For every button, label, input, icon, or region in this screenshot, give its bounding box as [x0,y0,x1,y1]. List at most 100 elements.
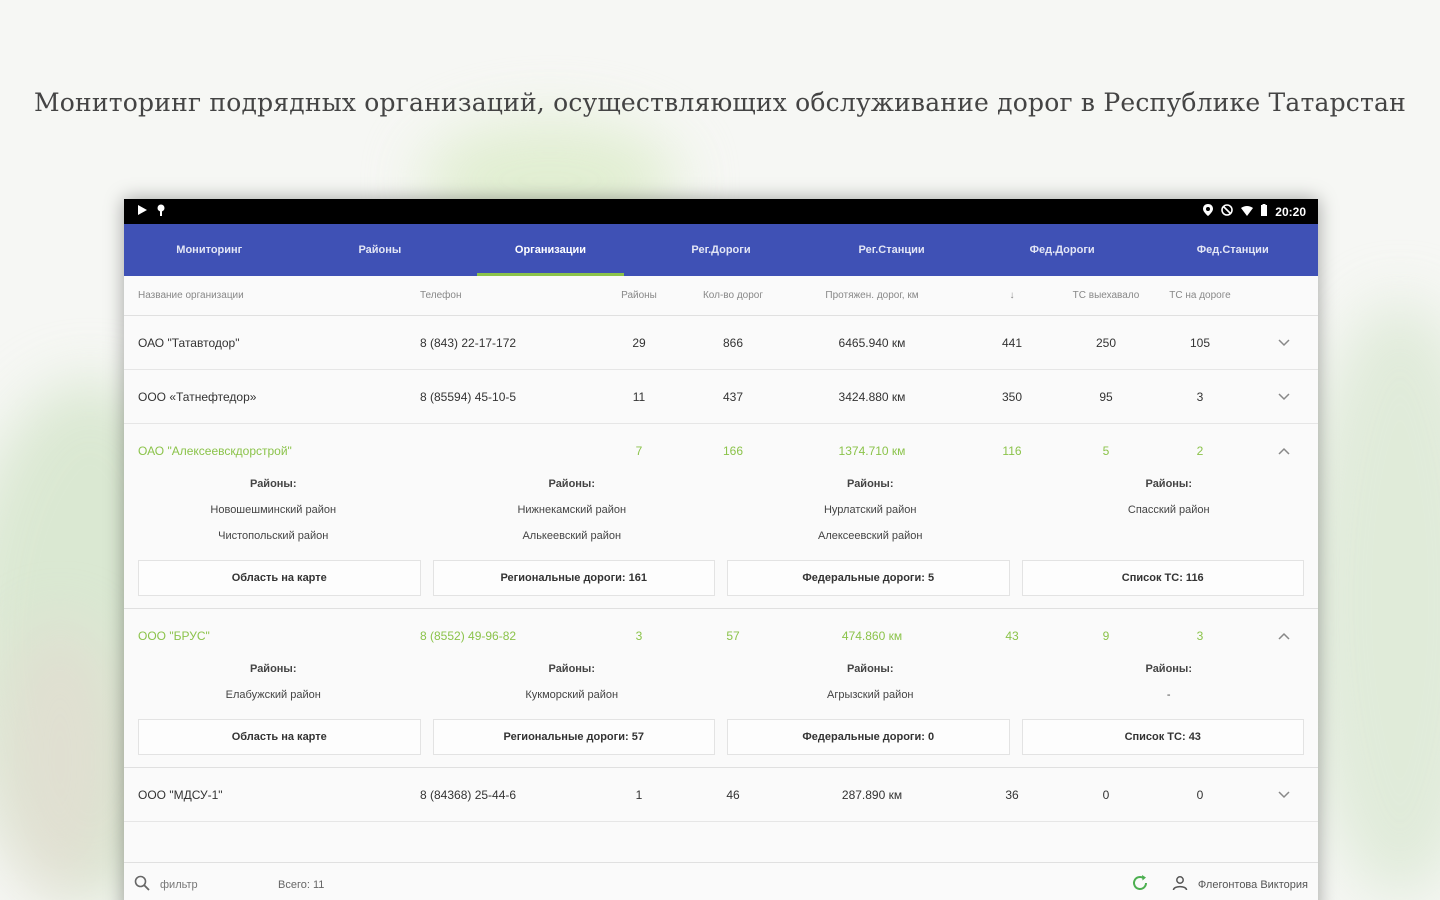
org-length: 474.860 км [841,629,903,643]
status-time: 20:20 [1275,204,1306,219]
regional-roads-button[interactable]: Региональные дороги: 161 [432,560,715,596]
col-header-vehicles-road[interactable]: ТС на дороге [1150,290,1250,301]
org-name: ОАО "Татавтодор" [138,335,240,350]
vehicles-list-button[interactable]: Список ТС: 116 [1021,560,1304,596]
districts-label: Районы: [250,478,297,490]
map-area-button[interactable]: Область на карте [138,560,421,596]
org-name: ООО "БРУС" [138,629,210,643]
federal-roads-button[interactable]: Федеральные дороги: 0 [727,719,1010,755]
col-header-vehicles-out[interactable]: ТС выехавало [1062,290,1150,301]
org-vehicles-out: 95 [1099,389,1113,404]
col-header-phone[interactable]: Телефон [406,290,594,301]
tablet-screen: 20:20 Мониторинг Районы Организации Рег.Дор… [124,199,1318,900]
refresh-icon[interactable] [1130,873,1150,896]
districts-label: Районы: [548,663,596,675]
tab-3[interactable]: Рег.Дороги [636,224,807,276]
location-pin-icon [156,204,166,219]
district-column: Районы: Новошешминский район Чистопольский… [124,478,423,556]
col-header-roads-count[interactable]: Кол-во дорог [684,290,782,301]
user-icon[interactable] [1172,875,1188,894]
chevron-down-icon[interactable] [1250,788,1318,802]
org-vehicles-out: 0 [1102,787,1110,802]
table-row[interactable]: ОАО "Алексеевскдорстрой" 7 166 1374.710 км 1… [124,424,1318,478]
district-column: Районы: Нурлатский район Алексеевский райо… [721,478,1020,556]
org-districts: 1 [635,787,643,802]
org-name: ООО «Татнефтедор» [138,389,257,404]
org-col5: 441 [1001,335,1023,350]
org-length: 6465.940 км [838,335,906,350]
footer-bar: фильтр Всего: 11 Флегонтова Виктория [124,862,1318,900]
district-item: - [1166,689,1171,701]
search-icon[interactable] [134,875,150,894]
district-item: Елабужский район [225,689,321,701]
table-row[interactable]: ООО «Татнефтедор» 8 (85594) 45-10-5 11 437 3… [124,370,1318,424]
org-vehicles-road: 0 [1196,787,1204,802]
organizations-list: ОАО "Татавтодор" 8 (843) 22-17-172 2 9 866 64… [124,316,1318,822]
table-row[interactable]: ООО "МДСУ-1" 8 (84368) 25-44-6 1 46 287.890 … [124,768,1318,822]
district-column: Районы: Кукморский район [423,663,722,715]
location-icon [1203,204,1214,219]
org-vehicles-road: 3 [1196,389,1204,404]
district-item: Чистопольский район [218,530,329,542]
district-column: Районы: Агрызский район [721,663,1020,715]
tab-4[interactable]: Рег.Станции [806,224,977,276]
map-area-button[interactable]: Область на карте [138,719,421,755]
districts-label: Районы: [847,663,894,675]
org-districts: 3 [635,629,643,643]
org-phone: 8 (85594) 45-10-5 [420,389,517,404]
federal-roads-button[interactable]: Федеральные дороги: 5 [727,560,1010,596]
district-item: Нижнекамский район [517,504,627,516]
chevron-up-icon[interactable] [1250,444,1318,458]
col-header-length[interactable]: Протяжен. дорог, км [782,290,962,301]
district-item: Кукморский район [525,689,619,701]
district-item: Агрызский район [826,689,914,701]
org-vehicles-road: 2 [1196,444,1204,458]
no-disturb-icon [1221,204,1234,219]
expanded-details: Районы: Новошешминский район Чистопольский… [124,478,1318,609]
org-phone: 8 (8552) 49-96-82 [420,629,517,643]
org-phone: 8 (843) 22-17-172 [420,335,517,350]
vehicles-list-button[interactable]: Список ТС: 43 [1021,719,1304,755]
table-row[interactable]: ОАО "Татавтодор" 8 (843) 22-17-172 29 866 64… [124,316,1318,370]
col-header-name[interactable]: Название организации [124,290,406,301]
tab-2[interactable]: Организации [465,224,636,276]
expanded-details: Районы: Елабужский район Районы: Кукморский… [124,663,1318,768]
org-length: 1374.710 км [838,444,906,458]
table-header: Название организации Телефон Районы Кол-… [124,276,1318,316]
page-title: Мониторинг подрядных организаций, осущес… [33,88,1407,117]
org-roads-count: 46 [726,787,740,802]
tab-6[interactable]: Фед.Станции [1147,224,1318,276]
org-roads-count: 166 [722,444,744,458]
district-item: Новошешминский район [210,504,337,516]
filter-input[interactable]: фильтр [160,879,198,891]
chevron-up-icon[interactable] [1250,629,1318,643]
districts-label: Районы: [847,478,894,490]
district-item: Алькеевский район [522,530,622,542]
org-roads-count: 866 [722,335,744,350]
org-roads-count: 437 [722,389,744,404]
chevron-down-icon[interactable] [1250,390,1318,404]
tab-0[interactable]: Мониторинг [124,224,295,276]
org-districts: 11 [632,389,646,404]
org-col5: 116 [1002,444,1022,458]
district-item: Алексеевский район [818,530,923,542]
regional-roads-button[interactable]: Региональные дороги: 57 [432,719,715,755]
col-header-sort-arrow[interactable]: ↓ [962,290,1062,301]
org-vehicles-out: 9 [1102,629,1110,643]
user-name[interactable]: Флегонтова Виктория [1198,879,1308,891]
org-col5: 350 [1001,389,1023,404]
org-roads-count: 57 [726,629,740,643]
tab-bar: Мониторинг Районы Организации Рег.Дороги Рег… [124,224,1318,276]
district-column: Районы: Спасский район [1020,478,1319,556]
district-column: Районы: Нижнекамский район Алькеевский рай… [423,478,722,556]
col-header-districts[interactable]: Районы [594,290,684,301]
district-column: Районы: Елабужский район [124,663,423,715]
table-row[interactable]: ООО "БРУС" 8 (8552) 49-96-82 3 57 474.860 км… [124,609,1318,663]
chevron-down-icon[interactable] [1250,336,1318,350]
org-vehicles-out: 250 [1095,335,1117,350]
district-item: Спасский район [1127,504,1210,516]
districts-label: Районы: [1145,663,1193,675]
tab-5[interactable]: Фед.Дороги [977,224,1148,276]
total-count: Всего: 11 [278,878,325,891]
tab-1[interactable]: Районы [295,224,466,276]
